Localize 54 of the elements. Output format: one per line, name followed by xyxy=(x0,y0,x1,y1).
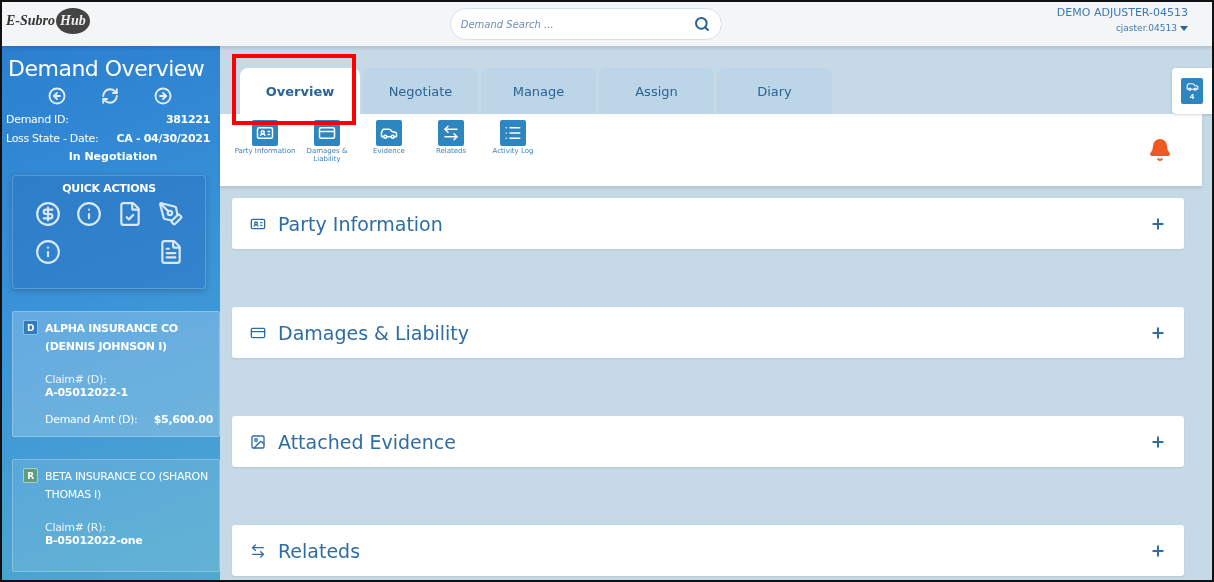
bell-icon[interactable] xyxy=(1148,138,1172,162)
list-icon xyxy=(504,124,522,142)
detail-value: CA - 04/30/2021 xyxy=(116,132,210,145)
info-icon[interactable] xyxy=(75,201,102,227)
section-header[interactable]: Attached Evidence xyxy=(232,416,1184,467)
detail-value: 381221 xyxy=(165,113,210,126)
detail-label: Demand ID: xyxy=(6,113,69,126)
next-button[interactable] xyxy=(154,87,173,105)
tab[interactable]: Overview xyxy=(240,68,360,114)
search-icon[interactable] xyxy=(693,16,710,32)
section-header[interactable]: Party Information xyxy=(232,198,1184,249)
swap-arrows-icon xyxy=(250,542,266,559)
previous-button[interactable] xyxy=(47,87,66,105)
amount-label: Demand Amt (D): xyxy=(45,413,138,427)
amount-value: $5,600.00 xyxy=(153,413,213,427)
party-card[interactable]: D ALPHA INSURANCE CO (DENNIS JOHNSON I) Claim# (D): A-05012022-1 Demand Amt (D): $5,600.00 xyxy=(12,311,220,438)
evidence-count-button[interactable]: 4 xyxy=(1172,68,1212,114)
user-name: DEMO ADJUSTER-04513 xyxy=(1056,6,1188,19)
expand-icon xyxy=(1150,542,1166,559)
tab[interactable]: Negotiate xyxy=(363,68,478,114)
credit-card-icon xyxy=(318,124,336,142)
caret-icon xyxy=(1180,25,1188,31)
party-name: BETA INSURANCE CO (SHARON THOMAS I) xyxy=(45,469,209,503)
claim-number: B-05012022-one xyxy=(45,534,144,548)
search-field[interactable]: Demand Search ... xyxy=(449,8,722,40)
tab[interactable]: Manage xyxy=(481,68,596,114)
detail-label: Loss State - Date: xyxy=(6,132,99,145)
image-icon xyxy=(250,433,266,450)
claim-label: Claim# (R): xyxy=(45,521,107,535)
demand-status: In Negotiation xyxy=(67,150,159,163)
section-header[interactable]: Relateds xyxy=(232,525,1184,576)
user-menu[interactable]: cjaster.04513 xyxy=(1115,23,1188,33)
tab[interactable]: Assign xyxy=(599,68,714,114)
expand-icon xyxy=(1150,324,1166,341)
logo[interactable]: E-Subro Hub xyxy=(6,8,90,34)
claim-label: Claim# (D): xyxy=(45,373,108,387)
party-card[interactable]: R BETA INSURANCE CO (SHARON THOMAS I) Claim# (R): B-05012022-one xyxy=(12,459,220,573)
car-icon xyxy=(1185,80,1199,93)
expand-icon xyxy=(1150,433,1166,450)
expand-icon xyxy=(1150,215,1166,232)
pen-icon[interactable] xyxy=(157,201,184,227)
refresh-button[interactable] xyxy=(101,87,119,105)
info-icon[interactable] xyxy=(34,239,61,265)
party-role-badge: D xyxy=(23,320,38,335)
id-card-icon xyxy=(256,124,274,142)
sidebar-title: Demand Overview xyxy=(7,56,206,81)
claim-number: A-05012022-1 xyxy=(45,386,129,400)
section-header[interactable]: Damages & Liability xyxy=(232,307,1184,358)
quick-actions-title: QUICK ACTIONS xyxy=(61,182,157,195)
party-role-badge: R xyxy=(23,468,38,484)
tab[interactable]: Diary xyxy=(717,68,832,114)
swap-arrows-icon xyxy=(442,124,460,142)
dollar-coins-icon[interactable] xyxy=(34,201,61,227)
party-name: ALPHA INSURANCE CO (DENNIS JOHNSON I) xyxy=(45,321,179,355)
